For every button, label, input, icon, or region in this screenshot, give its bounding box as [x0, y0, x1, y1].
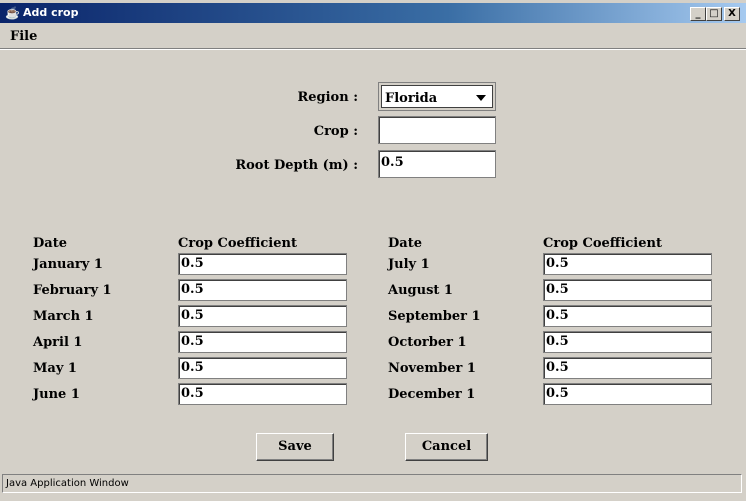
- coef-input-november[interactable]: 0.5: [543, 357, 712, 379]
- month-label-november: November 1: [388, 361, 476, 376]
- month-label-december: December 1: [388, 387, 476, 402]
- left-date-header: Date: [33, 236, 67, 251]
- menu-separator: [0, 49, 746, 50]
- coef-input-august[interactable]: 0.5: [543, 279, 712, 301]
- add-crop-window: ☕ Add crop _ □ X File Region : Florida C…: [0, 0, 746, 501]
- menu-bar: File: [0, 26, 746, 49]
- coef-input-june[interactable]: 0.5: [178, 383, 347, 405]
- month-label-july: July 1: [388, 257, 430, 272]
- coef-input-december[interactable]: 0.5: [543, 383, 712, 405]
- root-depth-input[interactable]: 0.5: [378, 150, 496, 178]
- minimize-button[interactable]: _: [690, 7, 706, 21]
- coef-input-march[interactable]: 0.5: [178, 305, 347, 327]
- coef-input-september[interactable]: 0.5: [543, 305, 712, 327]
- menu-file[interactable]: File: [6, 29, 41, 45]
- crop-input[interactable]: [378, 116, 496, 144]
- close-button[interactable]: X: [724, 7, 740, 21]
- month-label-april: April 1: [33, 335, 83, 350]
- status-text: Java Application Window: [6, 478, 129, 489]
- region-select[interactable]: Florida: [378, 82, 496, 111]
- maximize-button[interactable]: □: [706, 7, 722, 21]
- region-select-value: Florida: [385, 91, 438, 106]
- right-date-header: Date: [388, 236, 422, 251]
- month-label-february: February 1: [33, 283, 112, 298]
- coef-input-april[interactable]: 0.5: [178, 331, 347, 353]
- cancel-button[interactable]: Cancel: [405, 433, 488, 461]
- chevron-down-icon[interactable]: [476, 95, 486, 101]
- month-label-september: September 1: [388, 309, 481, 324]
- region-label: Region :: [297, 90, 358, 105]
- region-select-box: Florida: [381, 85, 493, 108]
- month-label-june: June 1: [33, 387, 80, 402]
- title-bar[interactable]: ☕ Add crop _ □ X: [0, 3, 746, 23]
- root-depth-label: Root Depth (m) :: [235, 158, 358, 173]
- status-bar: Java Application Window: [2, 474, 742, 493]
- coef-input-january[interactable]: 0.5: [178, 253, 347, 275]
- window-title: Add crop: [23, 6, 79, 19]
- left-coef-header: Crop Coefficient: [178, 236, 297, 251]
- java-cup-icon: ☕: [5, 6, 20, 20]
- month-label-october: Octorber 1: [388, 335, 467, 350]
- coef-input-may[interactable]: 0.5: [178, 357, 347, 379]
- month-label-january: January 1: [33, 257, 103, 272]
- save-button[interactable]: Save: [256, 433, 334, 461]
- right-coef-header: Crop Coefficient: [543, 236, 662, 251]
- coef-input-july[interactable]: 0.5: [543, 253, 712, 275]
- coef-input-february[interactable]: 0.5: [178, 279, 347, 301]
- month-label-march: March 1: [33, 309, 94, 324]
- month-label-may: May 1: [33, 361, 77, 376]
- crop-label: Crop :: [313, 124, 358, 139]
- coef-input-october[interactable]: 0.5: [543, 331, 712, 353]
- month-label-august: August 1: [388, 283, 453, 298]
